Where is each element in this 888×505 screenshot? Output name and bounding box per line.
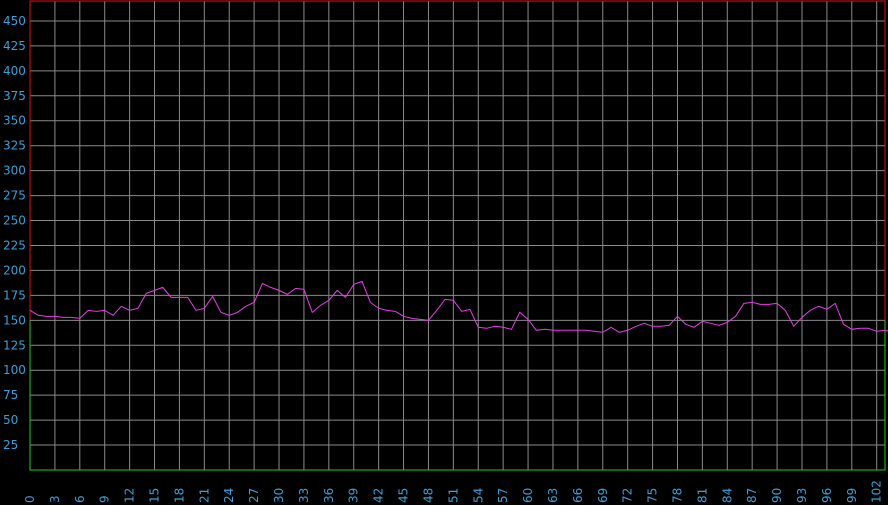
x-tick-label: 51 bbox=[446, 488, 460, 503]
x-tick-label: 57 bbox=[496, 488, 510, 503]
x-tick-label: 9 bbox=[98, 495, 112, 503]
y-axis-ticks: 25 50 75 100 125 150 175 200 225 250 275 300 325 350 3… bbox=[3, 14, 26, 452]
y-tick-label: 175 bbox=[3, 288, 26, 302]
x-tick-label: 45 bbox=[397, 488, 411, 503]
x-tick-label: 90 bbox=[770, 488, 784, 503]
x-tick-label: 6 bbox=[73, 495, 87, 503]
x-tick-label: 102 bbox=[870, 480, 884, 503]
y-tick-label: 275 bbox=[3, 189, 26, 203]
x-tick-label: 81 bbox=[695, 488, 709, 503]
x-tick-label: 96 bbox=[820, 488, 834, 503]
x-tick-label: 24 bbox=[222, 488, 236, 503]
line-chart: 2550751001251501752002252502753003253503… bbox=[3, 0, 888, 503]
y-tick-label: 250 bbox=[3, 214, 26, 228]
x-tick-label: 42 bbox=[372, 488, 386, 503]
x-axis-ticks: 0 3 6 9 12 15 18 21 24 27 30 33 36 39 42 45 48 51 54 57 60 63… bbox=[23, 480, 884, 503]
x-tick-label: 3 bbox=[48, 495, 62, 503]
x-tick-label: 12 bbox=[123, 488, 137, 503]
x-tick-label: 87 bbox=[745, 488, 759, 503]
y-tick-label: 375 bbox=[3, 89, 26, 103]
x-tick-label: 69 bbox=[596, 488, 610, 503]
x-tick-label: 99 bbox=[845, 488, 859, 503]
y-tick-label: 425 bbox=[3, 39, 26, 53]
y-tick-label: 300 bbox=[3, 164, 26, 178]
x-tick-label: 30 bbox=[272, 488, 286, 503]
x-tick-label: 39 bbox=[347, 488, 361, 503]
y-tick-label: 150 bbox=[3, 313, 26, 327]
y-tick-label: 325 bbox=[3, 139, 26, 153]
y-tick-label: 450 bbox=[3, 14, 26, 28]
y-tick-label: 225 bbox=[3, 238, 26, 252]
x-tick-label: 27 bbox=[247, 488, 261, 503]
x-tick-label: 72 bbox=[621, 488, 635, 503]
x-tick-label: 78 bbox=[670, 488, 684, 503]
y-tick-label: 75 bbox=[3, 388, 18, 402]
x-tick-label: 75 bbox=[646, 488, 660, 503]
y-tick-label: 350 bbox=[3, 114, 26, 128]
x-tick-label: 36 bbox=[322, 488, 336, 503]
x-tick-label: 0 bbox=[23, 495, 37, 503]
x-tick-label: 66 bbox=[571, 488, 585, 503]
grid bbox=[29, 1, 885, 470]
x-tick-label: 48 bbox=[421, 488, 435, 503]
upper-limit-band bbox=[29, 0, 886, 321]
x-tick-label: 60 bbox=[521, 488, 535, 503]
x-tick-label: 54 bbox=[471, 488, 485, 503]
x-tick-label: 63 bbox=[546, 488, 560, 503]
x-tick-label: 15 bbox=[148, 488, 162, 503]
y-tick-label: 125 bbox=[3, 338, 26, 352]
y-tick-label: 200 bbox=[3, 263, 26, 277]
series-layer bbox=[29, 280, 888, 333]
x-tick-label: 18 bbox=[172, 488, 186, 503]
x-tick-label: 21 bbox=[197, 488, 211, 503]
y-tick-label: 100 bbox=[3, 363, 26, 377]
y-tick-label: 25 bbox=[3, 438, 18, 452]
x-tick-label: 93 bbox=[795, 488, 809, 503]
y-tick-label: 400 bbox=[3, 64, 26, 78]
y-tick-label: 50 bbox=[3, 413, 18, 427]
x-tick-label: 84 bbox=[720, 488, 734, 503]
x-tick-label: 33 bbox=[297, 488, 311, 503]
series-line bbox=[29, 280, 888, 333]
